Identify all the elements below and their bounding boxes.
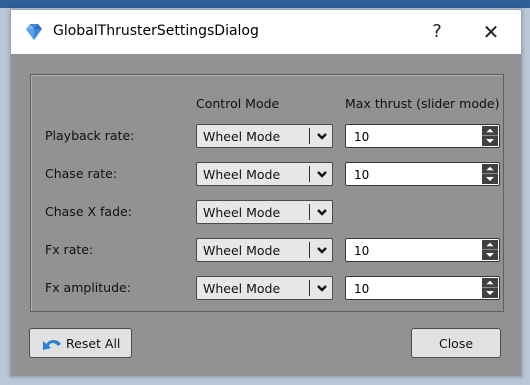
background-window-strip — [0, 0, 530, 8]
global-thruster-settings-dialog: GlobalThrusterSettingsDialog ? ✕ Control… — [10, 9, 522, 377]
selected-mode: Wheel Mode — [203, 205, 281, 220]
chase-x-fade-mode-select[interactable]: Wheel Mode — [196, 200, 333, 224]
chase-rate-mode-select[interactable]: Wheel Mode — [196, 162, 333, 186]
help-button[interactable]: ? — [417, 16, 457, 48]
combo-separator — [309, 242, 310, 258]
dialog-client-area: Control Mode Max thrust (slider mode) Pl… — [11, 54, 521, 376]
fx-amplitude-thrust-spinbox[interactable]: 10 — [345, 276, 500, 300]
control-mode-header: Control Mode — [196, 96, 280, 111]
chevron-down-icon — [317, 285, 327, 292]
spinbox-value: 10 — [354, 282, 370, 296]
triangle-down-icon[interactable] — [482, 250, 498, 260]
chevron-down-icon — [317, 247, 327, 254]
triangle-up-icon[interactable] — [482, 164, 498, 174]
window-title: GlobalThrusterSettingsDialog — [53, 23, 259, 39]
chase-rate-thrust-spinbox[interactable]: 10 — [345, 162, 500, 186]
playback-rate-mode-select[interactable]: Wheel Mode — [196, 124, 333, 148]
close-button[interactable]: Close — [411, 328, 501, 358]
row-label-chase-rate: Chase rate: — [45, 166, 118, 181]
triangle-down-icon[interactable] — [482, 174, 498, 184]
spinbox-buttons — [482, 126, 498, 146]
row-label-fx-rate: Fx rate: — [45, 242, 94, 257]
chevron-down-icon — [317, 133, 327, 140]
combo-separator — [309, 280, 310, 296]
row-label-fx-amplitude: Fx amplitude: — [45, 280, 131, 295]
close-label: Close — [438, 336, 474, 351]
reset-all-label: Reset All — [66, 336, 121, 351]
triangle-down-icon[interactable] — [482, 288, 498, 298]
triangle-up-icon[interactable] — [482, 240, 498, 250]
chevron-down-icon — [317, 209, 327, 216]
selected-mode: Wheel Mode — [203, 167, 281, 182]
spinbox-buttons — [482, 278, 498, 298]
selected-mode: Wheel Mode — [203, 129, 281, 144]
spinbox-value: 10 — [354, 244, 370, 258]
triangle-up-icon[interactable] — [482, 126, 498, 136]
fx-amplitude-mode-select[interactable]: Wheel Mode — [196, 276, 333, 300]
fx-rate-mode-select[interactable]: Wheel Mode — [196, 238, 333, 262]
spinbox-buttons — [482, 240, 498, 260]
triangle-down-icon[interactable] — [482, 136, 498, 146]
max-thrust-header: Max thrust (slider mode) — [345, 96, 500, 111]
title-bar[interactable]: GlobalThrusterSettingsDialog ? ✕ — [11, 10, 521, 54]
combo-separator — [309, 204, 310, 220]
combo-separator — [309, 166, 310, 182]
row-label-playback-rate: Playback rate: — [45, 128, 135, 143]
undo-arrow-icon — [43, 339, 61, 350]
combo-separator — [309, 128, 310, 144]
spinbox-value: 10 — [354, 130, 370, 144]
window-close-button[interactable]: ✕ — [471, 16, 511, 48]
row-label-chase-x-fade: Chase X fade: — [45, 204, 132, 219]
selected-mode: Wheel Mode — [203, 243, 281, 258]
triangle-up-icon[interactable] — [482, 278, 498, 288]
reset-all-button[interactable]: Reset All — [29, 328, 132, 358]
selected-mode: Wheel Mode — [203, 281, 281, 296]
app-diamond-icon — [26, 24, 42, 40]
spinbox-value: 10 — [354, 168, 370, 182]
chevron-down-icon — [317, 171, 327, 178]
playback-rate-thrust-spinbox[interactable]: 10 — [345, 124, 500, 148]
fx-rate-thrust-spinbox[interactable]: 10 — [345, 238, 500, 262]
spinbox-buttons — [482, 164, 498, 184]
